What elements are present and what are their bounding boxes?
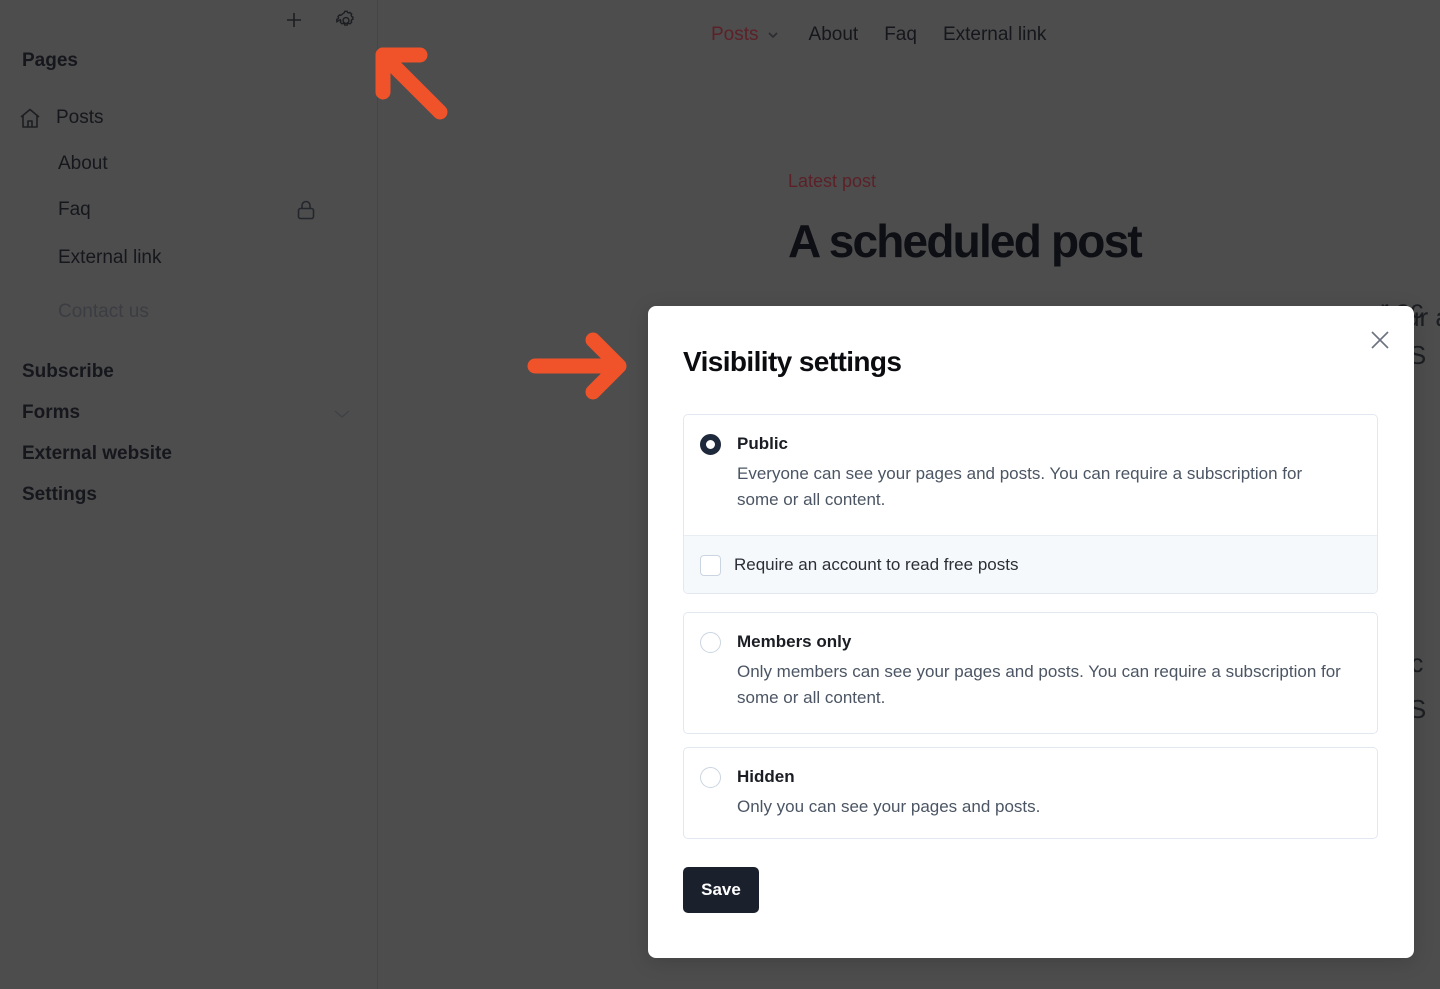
modal-title: Visibility settings <box>683 346 902 377</box>
pages-heading: Pages <box>22 50 78 71</box>
annotation-arrow-up-left-icon <box>375 47 448 120</box>
radio-hidden[interactable] <box>700 767 721 788</box>
sidebar-page-about[interactable]: About <box>58 153 108 175</box>
radio-members-only[interactable] <box>700 632 721 653</box>
annotation-arrow-right-icon <box>527 332 627 400</box>
option-description: Only members can see your pages and post… <box>737 662 1341 707</box>
nav-item-posts[interactable]: Posts <box>711 24 759 46</box>
visibility-option-public: Public Everyone can see your pages and p… <box>683 414 1378 594</box>
gear-icon[interactable] <box>334 8 358 32</box>
visibility-option-hidden: Hidden Only you can see your pages and p… <box>683 747 1378 839</box>
plus-icon[interactable] <box>282 8 306 32</box>
nav-item-external-link[interactable]: External link <box>943 24 1047 46</box>
require-account-checkbox[interactable] <box>700 555 721 576</box>
option-hidden-row[interactable]: Hidden Only you can see your pages and p… <box>684 748 1377 838</box>
sidebar-page-external-link[interactable]: External link <box>58 247 162 269</box>
chevron-down-icon[interactable] <box>767 31 779 39</box>
sidebar-section-forms[interactable]: Forms <box>22 402 80 424</box>
option-description: Everyone can see your pages and posts. Y… <box>737 464 1303 509</box>
chevron-down-icon[interactable] <box>333 407 351 425</box>
radio-public[interactable] <box>700 434 721 455</box>
visibility-option-members-only: Members only Only members can see your p… <box>683 612 1378 734</box>
option-public-row[interactable]: Public Everyone can see your pages and p… <box>684 415 1377 535</box>
option-label: Hidden <box>737 767 795 786</box>
nav-item-faq[interactable]: Faq <box>884 24 917 46</box>
save-button[interactable]: Save <box>683 867 759 913</box>
sidebar-page-contact-us[interactable]: Contact us <box>58 301 149 323</box>
close-icon[interactable] <box>1368 328 1392 352</box>
sidebar-page-posts[interactable]: Posts <box>56 107 104 129</box>
post-title[interactable]: A scheduled post <box>788 214 1143 268</box>
top-nav: Posts About Faq External link <box>711 24 1072 46</box>
visibility-settings-modal: Visibility settings Public Everyone can … <box>648 306 1414 958</box>
sidebar: Pages Posts About Faq External link Cont… <box>0 0 378 989</box>
option-label: Public <box>737 434 789 453</box>
lock-icon <box>296 199 316 226</box>
sidebar-section-settings[interactable]: Settings <box>22 484 97 506</box>
require-account-row[interactable]: Require an account to read free posts <box>684 535 1377 593</box>
sidebar-toolbar <box>282 8 358 32</box>
sidebar-section-external-website[interactable]: External website <box>22 443 172 465</box>
option-members-only-row[interactable]: Members only Only members can see your p… <box>684 613 1377 733</box>
nav-item-about[interactable]: About <box>809 24 859 46</box>
option-description: Only you can see your pages and posts. <box>737 797 1041 816</box>
require-account-label: Require an account to read free posts <box>734 554 1019 574</box>
option-label: Members only <box>737 632 852 651</box>
sidebar-page-faq[interactable]: Faq <box>58 199 91 221</box>
latest-post-label: Latest post <box>788 171 877 191</box>
sidebar-section-subscribe[interactable]: Subscribe <box>22 361 114 383</box>
home-icon <box>18 106 42 135</box>
